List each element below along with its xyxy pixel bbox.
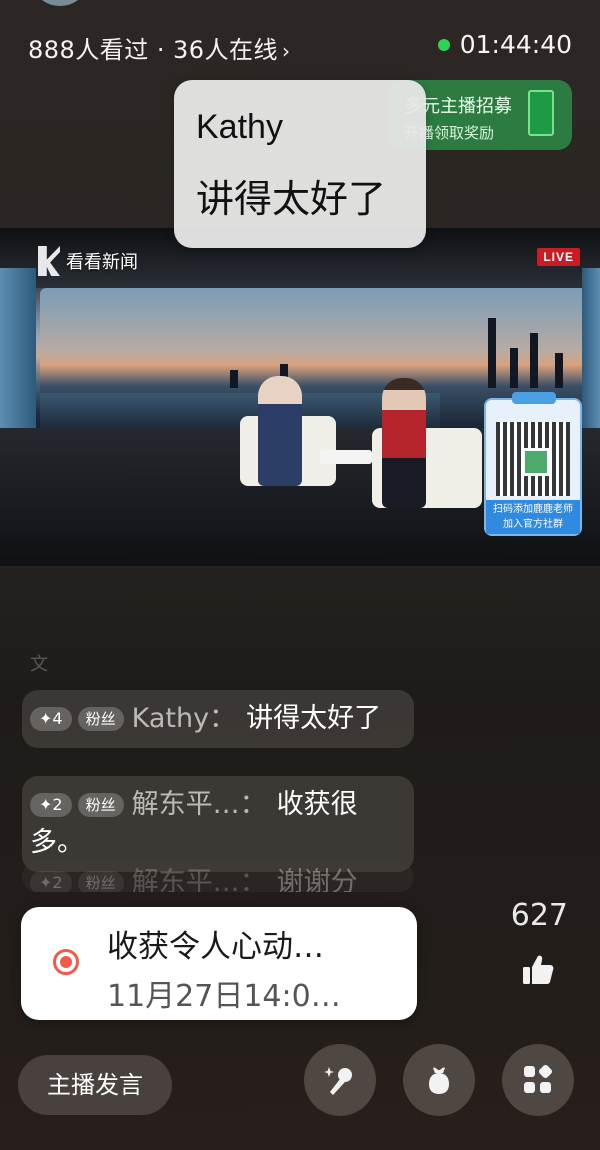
- replay-title: 收获令人心动…: [107, 929, 324, 965]
- live-video-player[interactable]: 看看新闻 LIVE 扫码添加鹿鹿老师 加入官方社群: [0, 228, 600, 566]
- fan-badge: 粉丝: [77, 707, 124, 731]
- chat-faded-text: 文: [30, 654, 48, 675]
- qr-caption: 扫码添加鹿鹿老师 加入官方社群: [486, 500, 580, 534]
- anchor-figure: [382, 378, 426, 508]
- replay-time: 11月27日14:0…: [107, 979, 341, 1014]
- chat-message[interactable]: ✦2 粉丝 解东平…： 谢谢分: [22, 862, 414, 892]
- chat-text: 谢谢分: [276, 867, 358, 892]
- replay-card[interactable]: 收获令人心动… 11月27日14:0…: [21, 907, 417, 1020]
- fan-badge: 粉丝: [77, 793, 124, 817]
- host-speak-button[interactable]: 主播发言: [18, 1055, 172, 1115]
- gift-button[interactable]: [403, 1044, 475, 1116]
- channel-logo-icon: [38, 246, 60, 276]
- chat-message[interactable]: ✦2 粉丝 解东平…： 收获很多。: [22, 776, 414, 872]
- qr-caption-line1: 扫码添加鹿鹿老师: [493, 504, 573, 515]
- fan-level-badge: ✦4: [30, 707, 72, 731]
- live-duration: 01:44:40: [459, 30, 572, 59]
- chat-username[interactable]: 解东平…：: [132, 789, 267, 820]
- qr-code-icon: [496, 422, 570, 496]
- chat-text: 讲得太好了: [246, 703, 382, 734]
- like-count: 627: [510, 898, 568, 933]
- door-icon: [528, 90, 554, 136]
- gift-bag-icon: [429, 1067, 449, 1094]
- more-apps-button[interactable]: [502, 1044, 574, 1116]
- guest-figure: [258, 376, 302, 486]
- chat-message[interactable]: ✦4 粉丝 Kathy： 讲得太好了: [22, 690, 414, 748]
- qr-code-card[interactable]: 扫码添加鹿鹿老师 加入官方社群: [484, 392, 582, 536]
- viewers-seen: 888人看过: [28, 36, 149, 64]
- chat-username[interactable]: Kathy：: [132, 703, 236, 734]
- thumbs-up-icon[interactable]: [520, 952, 556, 988]
- chat-username[interactable]: 解东平…：: [132, 867, 267, 892]
- channel-logo: 看看新闻: [38, 246, 138, 276]
- top-bar: 888人看过 · 36人在线 › 01:44:40: [0, 0, 600, 80]
- qr-caption-line2: 加入官方社群: [503, 519, 563, 530]
- bubble-username: Kathy: [196, 108, 283, 146]
- stats-separator: ·: [156, 36, 165, 64]
- fan-level-badge: ✦2: [30, 793, 72, 817]
- record-icon: [53, 949, 79, 975]
- live-status-dot: [437, 38, 450, 51]
- live-badge: LIVE: [537, 248, 580, 266]
- channel-logo-text: 看看新闻: [66, 252, 138, 273]
- live-timer: 01:44:40: [437, 30, 572, 59]
- microphone-sparkle-icon: [324, 1067, 352, 1095]
- fan-level-badge: ✦2: [30, 871, 72, 892]
- comment-popup-bubble: Kathy 讲得太好了: [174, 80, 426, 248]
- mic-effect-button[interactable]: [304, 1044, 376, 1116]
- online-count: 36人在线: [172, 36, 278, 64]
- qr-card-tab: [512, 392, 556, 404]
- viewer-stats[interactable]: 888人看过 · 36人在线 ›: [28, 30, 291, 65]
- bubble-message: 讲得太好了: [196, 177, 387, 221]
- coffee-table: [320, 450, 372, 464]
- chevron-right-icon: ›: [282, 39, 291, 63]
- fan-badge: 粉丝: [77, 871, 124, 892]
- apps-grid-icon: [524, 1064, 553, 1093]
- host-avatar[interactable]: [36, 0, 84, 6]
